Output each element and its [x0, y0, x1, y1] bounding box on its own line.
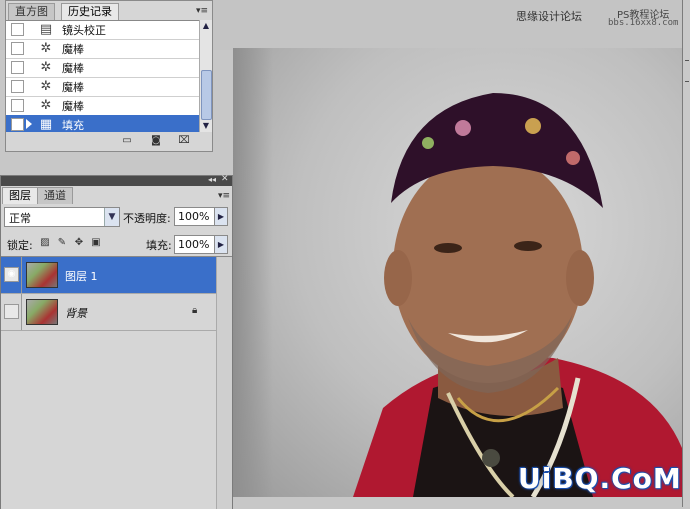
layer-list: ◉ 图层 1 背景 🔒︎	[1, 256, 232, 509]
layer-row[interactable]: 背景 🔒︎	[1, 294, 216, 331]
chevron-right-icon[interactable]: ▶	[214, 235, 228, 254]
trash-icon[interactable]: ⌧	[177, 135, 191, 147]
history-item-label: 魔棒	[62, 81, 84, 94]
visibility-toggle[interactable]	[4, 304, 19, 319]
history-list: ▤ 镜头校正 ✲ 魔棒 ✲ 魔棒 ✲ 魔棒 ✲ 魔棒 ▦ 填充	[6, 20, 199, 133]
history-source-checkbox[interactable]	[11, 99, 24, 112]
history-source-checkbox[interactable]	[11, 80, 24, 93]
lens-correction-icon: ▤	[39, 22, 53, 37]
history-item-label: 镜头校正	[62, 24, 106, 37]
close-icon[interactable]: ✕	[221, 174, 229, 184]
scroll-thumb[interactable]	[201, 70, 212, 120]
fill-value: 100%	[178, 238, 210, 251]
watermark-uibq: UiBQ.CoM	[518, 462, 682, 495]
history-state-marker-icon	[26, 119, 32, 129]
history-item[interactable]: ✲ 魔棒	[6, 96, 199, 116]
lock-position-icon[interactable]: ✥	[73, 237, 85, 249]
layer-row-selected[interactable]: ◉ 图层 1	[1, 257, 216, 294]
history-source-checkbox[interactable]	[11, 42, 24, 55]
layer-thumbnail	[26, 299, 58, 325]
opacity-value: 100%	[178, 210, 210, 223]
lock-label: 锁定:	[7, 239, 33, 252]
blend-mode-value: 正常	[9, 212, 31, 225]
new-document-from-state-icon[interactable]: ▭	[120, 135, 134, 147]
layers-panel-tabs: 图层 通道 ▾≡	[1, 187, 232, 204]
snapshot-camera-icon[interactable]: ◙	[149, 135, 163, 147]
scroll-up-icon[interactable]: ▲	[200, 20, 212, 32]
dock-handle-icon[interactable]	[685, 60, 689, 82]
history-item-label: 魔棒	[62, 100, 84, 113]
panel-menu-icon[interactable]: ▾≡	[218, 191, 230, 201]
history-panel-tabs: 直方图 历史记录 ▾≡	[6, 3, 212, 20]
right-dock-edge	[682, 0, 690, 507]
history-scrollbar[interactable]: ▲ ▼	[199, 20, 212, 132]
document-canvas[interactable]	[233, 48, 682, 497]
scroll-down-icon[interactable]: ▼	[200, 120, 212, 132]
lock-all-icon[interactable]: ▣	[90, 237, 102, 249]
panel-titlebar[interactable]: ◂◂ ✕	[1, 174, 232, 186]
history-item[interactable]: ✲ 魔棒	[6, 39, 199, 59]
fill-label: 填充:	[146, 239, 172, 252]
lock-icon: 🔒︎	[192, 305, 198, 316]
magic-wand-icon: ✲	[40, 98, 52, 113]
history-source-checkbox[interactable]	[11, 23, 24, 36]
history-item[interactable]: ▤ 镜头校正	[6, 21, 199, 40]
magic-wand-icon: ✲	[40, 79, 52, 94]
history-item-label: 填充	[62, 119, 84, 132]
history-source-checkbox[interactable]	[11, 118, 24, 131]
chevron-right-icon[interactable]: ▶	[214, 207, 228, 226]
watermark-url: bbs.16xx8.com	[608, 18, 679, 28]
history-footer: ▭ ◙ ⌧	[6, 132, 212, 150]
history-panel: 直方图 历史记录 ▾≡ ▤ 镜头校正 ✲ 魔棒 ✲ 魔棒 ✲ 魔棒 ✲ 魔棒 ▦…	[5, 0, 213, 152]
panel-menu-icon[interactable]: ▾≡	[196, 6, 208, 16]
history-item[interactable]: ✲ 魔棒	[6, 77, 199, 97]
blend-mode-select[interactable]: 正常 ▼	[4, 207, 120, 227]
watermark-site-name: 思缘设计论坛	[516, 10, 582, 23]
eye-icon[interactable]: ◉	[4, 267, 19, 282]
lock-transparent-pixels-icon[interactable]: ▨	[39, 237, 51, 249]
tab-channels[interactable]: 通道	[37, 187, 73, 204]
tab-history[interactable]: 历史记录	[61, 3, 119, 20]
layer-name: 背景	[65, 307, 87, 320]
fill-input[interactable]: 100% ▶	[174, 235, 228, 254]
tab-layers[interactable]: 图层	[2, 187, 38, 204]
lock-row: 锁定: ▨ ✎ ✥ ▣ 填充: 100% ▶	[4, 234, 229, 254]
opacity-input[interactable]: 100% ▶	[174, 207, 228, 226]
lock-image-pixels-icon[interactable]: ✎	[56, 237, 68, 249]
tab-histogram[interactable]: 直方图	[8, 3, 55, 20]
layers-scrollbar[interactable]	[216, 257, 232, 509]
divider	[21, 257, 22, 293]
fill-icon: ▦	[39, 117, 53, 132]
chevron-down-icon[interactable]: ▼	[104, 208, 119, 226]
portrait-photo	[353, 93, 682, 497]
history-item-selected[interactable]: ▦ 填充	[6, 115, 199, 133]
history-item-label: 魔棒	[62, 43, 84, 56]
history-item[interactable]: ✲ 魔棒	[6, 58, 199, 78]
divider	[21, 294, 22, 330]
collapse-panel-icon[interactable]: ◂◂	[208, 175, 216, 184]
history-source-checkbox[interactable]	[11, 61, 24, 74]
layer-name: 图层 1	[65, 270, 98, 283]
layers-panel: ◂◂ ✕ 图层 通道 ▾≡ 正常 ▼ 不透明度: 100% ▶ 锁定: ▨ ✎ …	[0, 174, 233, 509]
blend-row: 正常 ▼ 不透明度: 100% ▶	[4, 207, 229, 229]
history-item-label: 魔棒	[62, 62, 84, 75]
magic-wand-icon: ✲	[40, 41, 52, 56]
layer-thumbnail	[26, 262, 58, 288]
opacity-label: 不透明度:	[123, 212, 171, 225]
magic-wand-icon: ✲	[40, 60, 52, 75]
